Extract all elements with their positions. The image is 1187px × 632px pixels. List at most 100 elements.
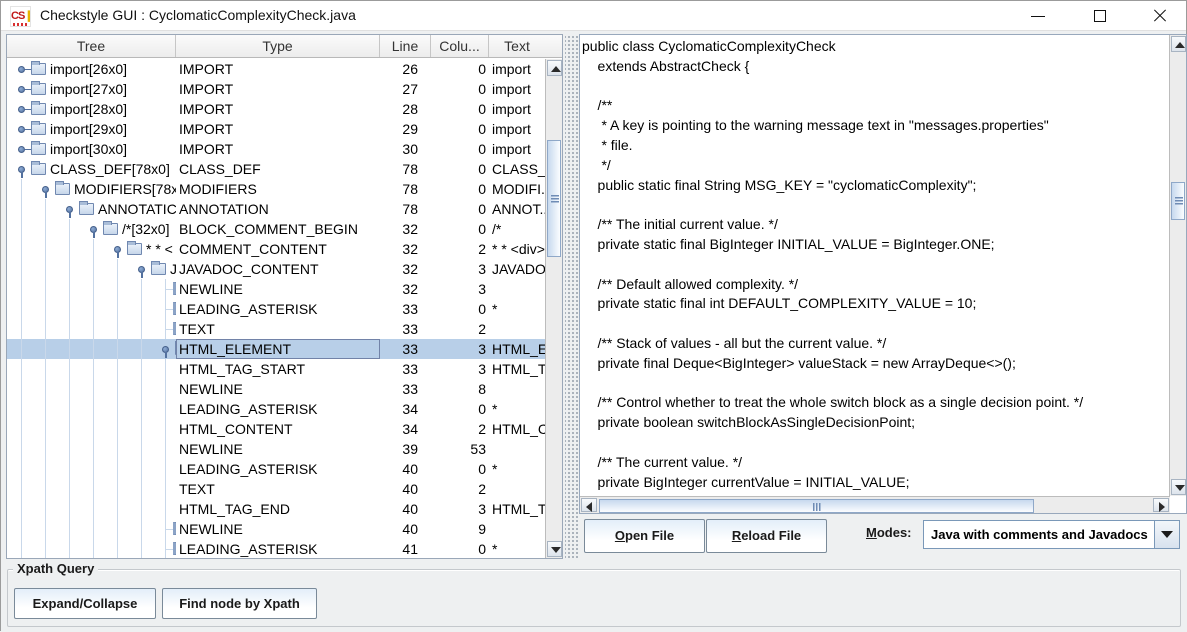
- code-horizontal-scrollbar[interactable]: [580, 496, 1170, 513]
- tree-guide-line: [21, 199, 22, 219]
- column-header-line[interactable]: Line: [380, 35, 431, 57]
- table-row[interactable]: MODIFIERS[78xMODIFIERS780MODIFI...: [7, 179, 545, 199]
- tree-vertical-scrollbar[interactable]: [545, 59, 562, 558]
- folder-icon: [31, 83, 46, 95]
- expand-handle-icon[interactable]: [18, 106, 25, 113]
- expand-handle-icon[interactable]: [18, 86, 25, 93]
- combo-arrow-button[interactable]: [1154, 521, 1179, 548]
- expand-collapse-button[interactable]: Expand/Collapse: [14, 588, 156, 619]
- tree-guide-line: [93, 319, 94, 339]
- column-cell: 0: [431, 459, 489, 479]
- modes-label: Modes:: [866, 525, 912, 540]
- tree-guide-line: [45, 459, 46, 479]
- tree-cell: [7, 299, 176, 319]
- table-row[interactable]: TEXT332: [7, 319, 545, 339]
- tree-guide-line: [165, 359, 166, 379]
- tree-guide-line: [45, 319, 46, 339]
- table-row[interactable]: NEWLINE338: [7, 379, 545, 399]
- expand-handle-icon[interactable]: [18, 146, 25, 153]
- scroll-up-button[interactable]: [1171, 36, 1186, 52]
- table-row[interactable]: TEXT402: [7, 479, 545, 499]
- tree-scrollbar-thumb[interactable]: [547, 140, 561, 257]
- line-cell: 33: [380, 339, 431, 359]
- reload-file-button[interactable]: Reload File: [706, 519, 827, 553]
- expand-handle-icon[interactable]: [18, 126, 25, 133]
- tree-cell: * * <: [7, 239, 176, 259]
- tree-guide-line: [141, 279, 142, 299]
- text-cell: HTML_T...: [489, 359, 545, 379]
- tree-guide-line: [165, 419, 166, 439]
- column-cell: 2: [431, 479, 489, 499]
- column-header-type[interactable]: Type: [176, 35, 380, 57]
- column-header-tree[interactable]: Tree: [7, 35, 176, 57]
- table-row[interactable]: ANNOTATICANNOTATION780ANNOT...: [7, 199, 545, 219]
- splitpane-divider[interactable]: [565, 34, 578, 559]
- tree-guide-line: [117, 399, 118, 419]
- tree-guide-line: [165, 479, 166, 499]
- table-row[interactable]: * * <COMMENT_CONTENT322* * <div>...: [7, 239, 545, 259]
- tree-guide-line: [165, 439, 166, 459]
- tree-guide-line: [141, 339, 142, 359]
- code-vertical-scrollbar[interactable]: [1169, 35, 1186, 496]
- table-row[interactable]: NEWLINE323: [7, 279, 545, 299]
- table-row[interactable]: HTML_CONTENT342HTML_C...: [7, 419, 545, 439]
- table-row[interactable]: import[26x0]IMPORT260import: [7, 59, 545, 79]
- close-icon: [1153, 9, 1167, 23]
- code-text-area[interactable]: public class CyclomaticComplexityCheck e…: [580, 35, 1170, 497]
- table-row[interactable]: import[30x0]IMPORT300import: [7, 139, 545, 159]
- type-cell: HTML_CONTENT: [176, 419, 380, 439]
- table-row[interactable]: NEWLINE3953: [7, 439, 545, 459]
- column-header-text[interactable]: Text: [489, 35, 545, 57]
- table-row[interactable]: /*[32x0]BLOCK_COMMENT_BEGIN320/*: [7, 219, 545, 239]
- type-cell: CLASS_DEF: [176, 159, 380, 179]
- line-cell: 27: [380, 79, 431, 99]
- tree-cell: import[27x0]: [7, 79, 176, 99]
- tree-guide-line: [69, 419, 70, 439]
- tree-guide-line: [141, 439, 142, 459]
- column-header-column[interactable]: Colu...: [431, 35, 489, 57]
- maximize-button[interactable]: [1077, 1, 1123, 31]
- table-row[interactable]: import[29x0]IMPORT290import: [7, 119, 545, 139]
- tree-guide-line: [45, 259, 46, 279]
- table-row[interactable]: HTML_ELEMENT333HTML_E...: [7, 339, 545, 359]
- table-row[interactable]: LEADING_ASTERISK340*: [7, 399, 545, 419]
- scroll-left-button[interactable]: [581, 498, 597, 512]
- table-row[interactable]: NEWLINE409: [7, 519, 545, 539]
- minimize-button[interactable]: [1015, 1, 1061, 31]
- modes-combobox[interactable]: Java with comments and Javadocs: [923, 520, 1180, 549]
- table-row[interactable]: CLASS_DEF[78x0]CLASS_DEF780CLASS_...: [7, 159, 545, 179]
- scroll-down-button[interactable]: [1171, 479, 1186, 495]
- code-hscroll-thumb[interactable]: [599, 499, 1034, 513]
- column-cell: 0: [431, 59, 489, 79]
- table-row[interactable]: HTML_TAG_START333HTML_T...: [7, 359, 545, 379]
- tree-guide-line: [69, 359, 70, 379]
- scroll-down-button[interactable]: [547, 541, 562, 557]
- tree-guide-line: [117, 539, 118, 558]
- table-row[interactable]: JJAVADOC_CONTENT323JAVADO...: [7, 259, 545, 279]
- tree-guide-line: [69, 479, 70, 499]
- tree-guide-line: [21, 219, 22, 239]
- scroll-up-button[interactable]: [547, 60, 562, 76]
- line-cell: 32: [380, 279, 431, 299]
- open-file-button[interactable]: Open File: [584, 519, 705, 553]
- code-vscroll-thumb[interactable]: [1171, 182, 1185, 220]
- type-cell: TEXT: [176, 479, 380, 499]
- table-row[interactable]: LEADING_ASTERISK400*: [7, 459, 545, 479]
- tree-guide-line: [69, 499, 70, 519]
- find-node-by-xpath-button[interactable]: Find node by Xpath: [162, 588, 317, 619]
- tree-guide-line: [93, 459, 94, 479]
- line-cell: 34: [380, 419, 431, 439]
- table-row[interactable]: import[27x0]IMPORT270import: [7, 79, 545, 99]
- table-row[interactable]: import[28x0]IMPORT280import: [7, 99, 545, 119]
- text-cell: import: [489, 139, 545, 159]
- handle-stem: [45, 192, 47, 198]
- tree-guide-line: [45, 219, 46, 239]
- scroll-right-button[interactable]: [1153, 498, 1169, 512]
- close-button[interactable]: [1137, 1, 1183, 31]
- table-row[interactable]: LEADING_ASTERISK330*: [7, 299, 545, 319]
- line-cell: 28: [380, 99, 431, 119]
- tree-guide-line: [141, 359, 142, 379]
- table-row[interactable]: LEADING_ASTERISK410*: [7, 539, 545, 558]
- expand-handle-icon[interactable]: [18, 66, 25, 73]
- table-row[interactable]: HTML_TAG_END403HTML_T...: [7, 499, 545, 519]
